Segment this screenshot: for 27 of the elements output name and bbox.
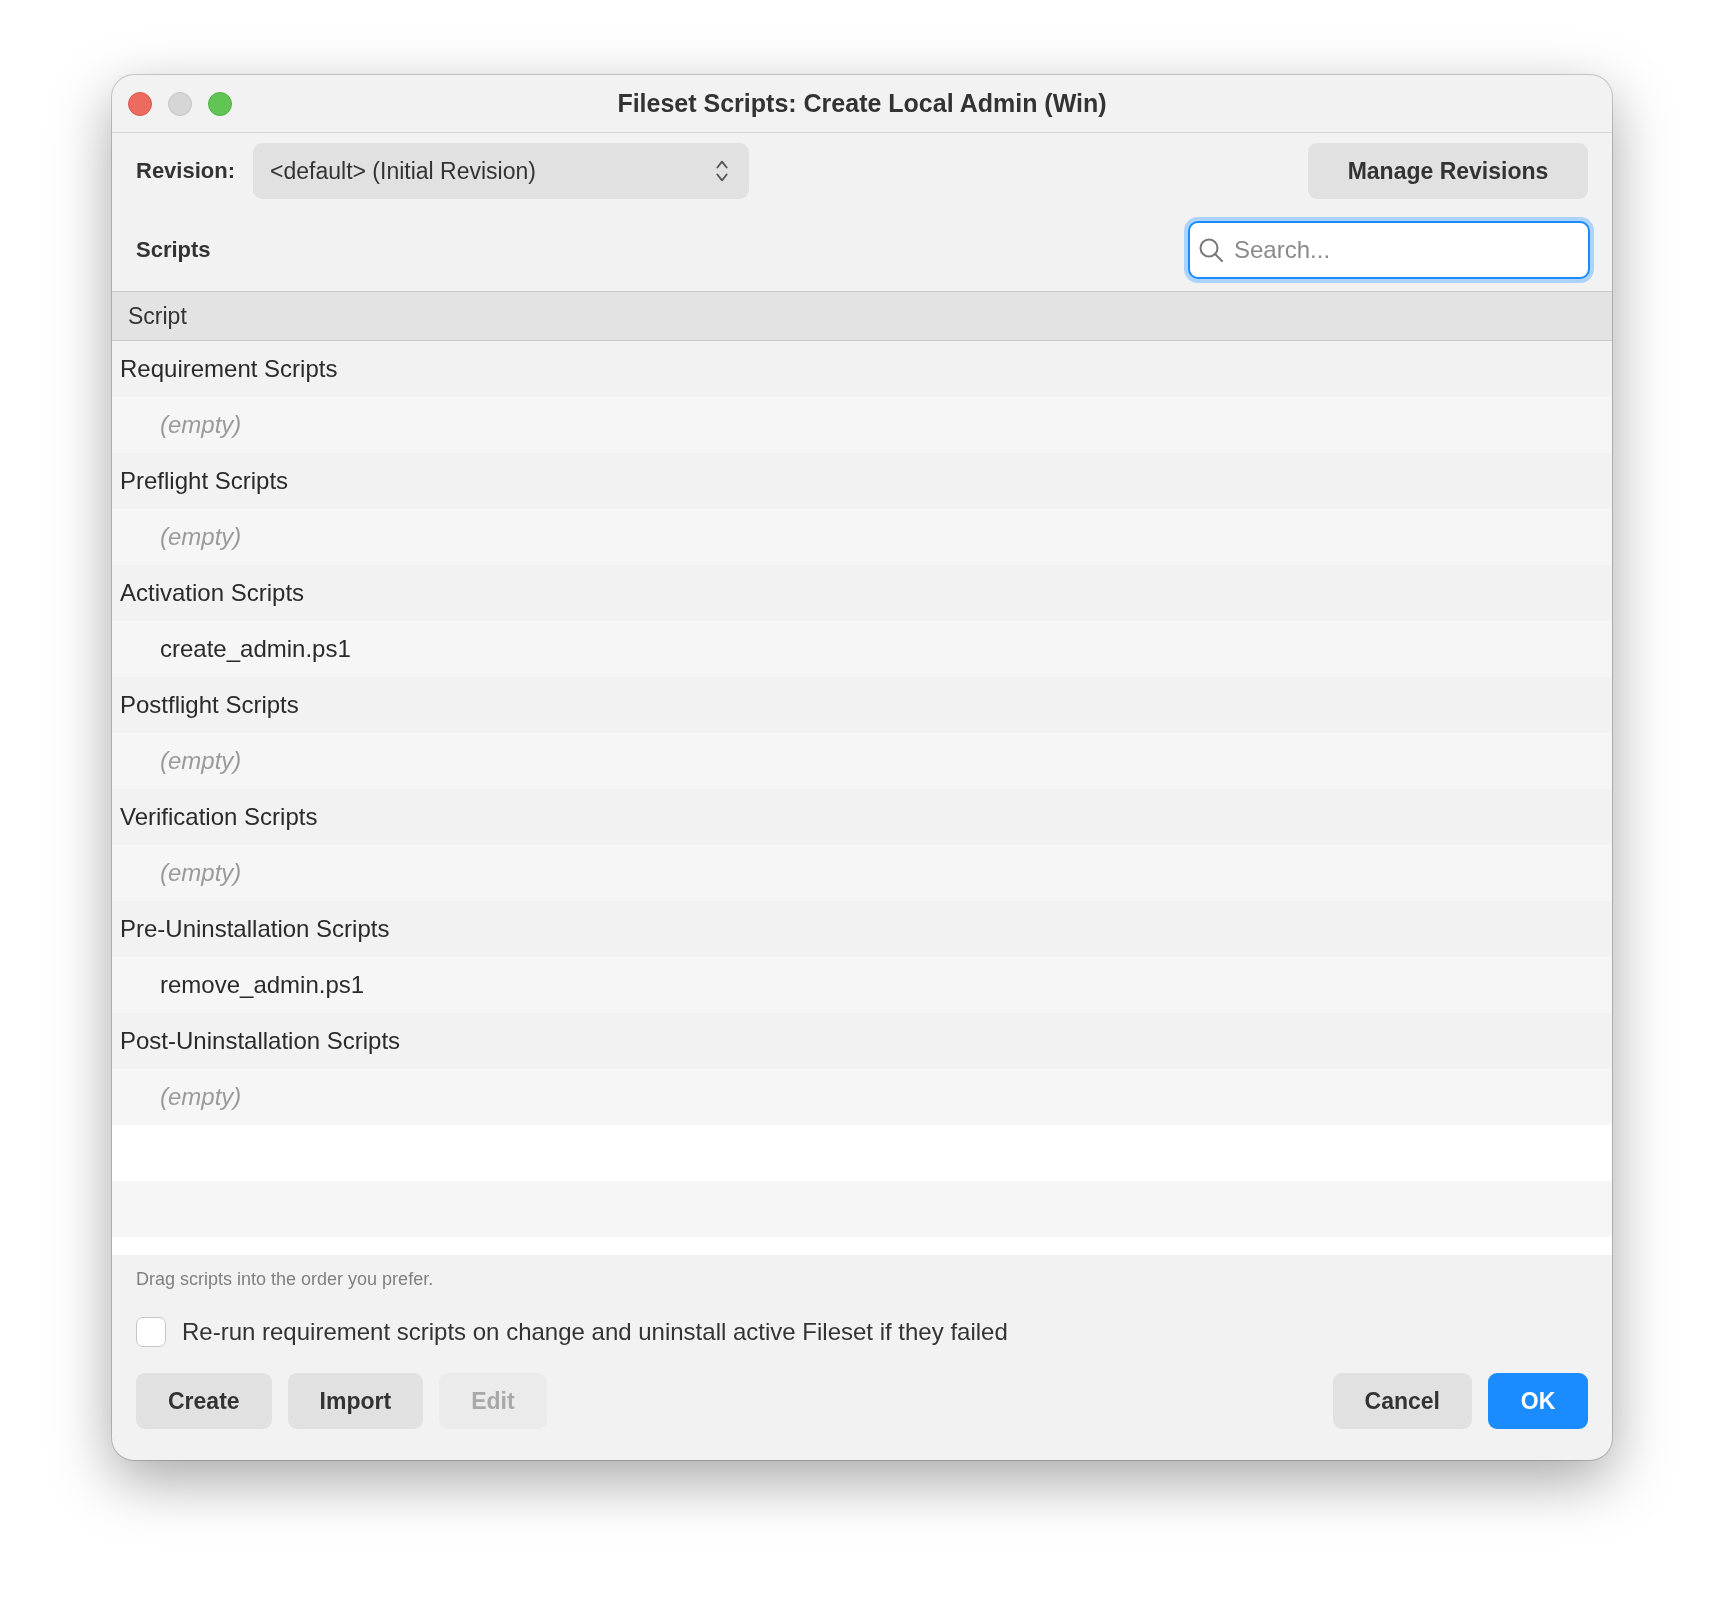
close-button[interactable]	[128, 91, 152, 116]
revision-dropdown[interactable]: <default> (Initial Revision)	[253, 143, 750, 199]
script-name[interactable]: create_admin.ps1	[160, 635, 351, 663]
column-header[interactable]: Script	[112, 302, 187, 330]
cancel-button[interactable]: Cancel	[1332, 1373, 1472, 1429]
manage-revisions-button[interactable]: Manage Revisions	[1308, 143, 1588, 199]
checkbox[interactable]	[136, 1317, 166, 1347]
group-row-label[interactable]: Postflight Scripts	[112, 691, 299, 719]
group-row-label[interactable]: Requirement Scripts	[112, 355, 338, 383]
checkbox-label[interactable]: Re-run requirement scripts on change and uninstall active Fileset if they failed	[182, 1318, 1008, 1346]
group-row-label[interactable]: Pre-Uninstallation Scripts	[112, 915, 390, 943]
group-row-label[interactable]: Verification Scripts	[112, 803, 318, 831]
script-name[interactable]: remove_admin.ps1	[160, 971, 365, 999]
action-button[interactable]: Import	[287, 1373, 424, 1429]
group-row-label[interactable]: Activation Scripts	[112, 579, 305, 607]
action-button[interactable]: Create	[136, 1373, 272, 1429]
window-title: Fileset Scripts: Create Local Admin (Win)	[617, 89, 1107, 118]
group-row-label[interactable]: Preflight Scripts	[112, 467, 289, 495]
hint-text: Drag scripts into the order you prefer.	[135, 1268, 435, 1291]
group-row-label[interactable]: Post-Uninstallation Scripts	[112, 1027, 401, 1055]
chevron-updown-icon	[715, 158, 730, 184]
revision-label: Revision:	[136, 158, 236, 184]
minimize-button[interactable]	[168, 91, 192, 116]
search-icon	[1198, 237, 1224, 263]
search-field[interactable]: Search...	[1188, 221, 1590, 279]
scripts-heading: Scripts	[136, 237, 211, 263]
zoom-button[interactable]	[208, 91, 232, 116]
